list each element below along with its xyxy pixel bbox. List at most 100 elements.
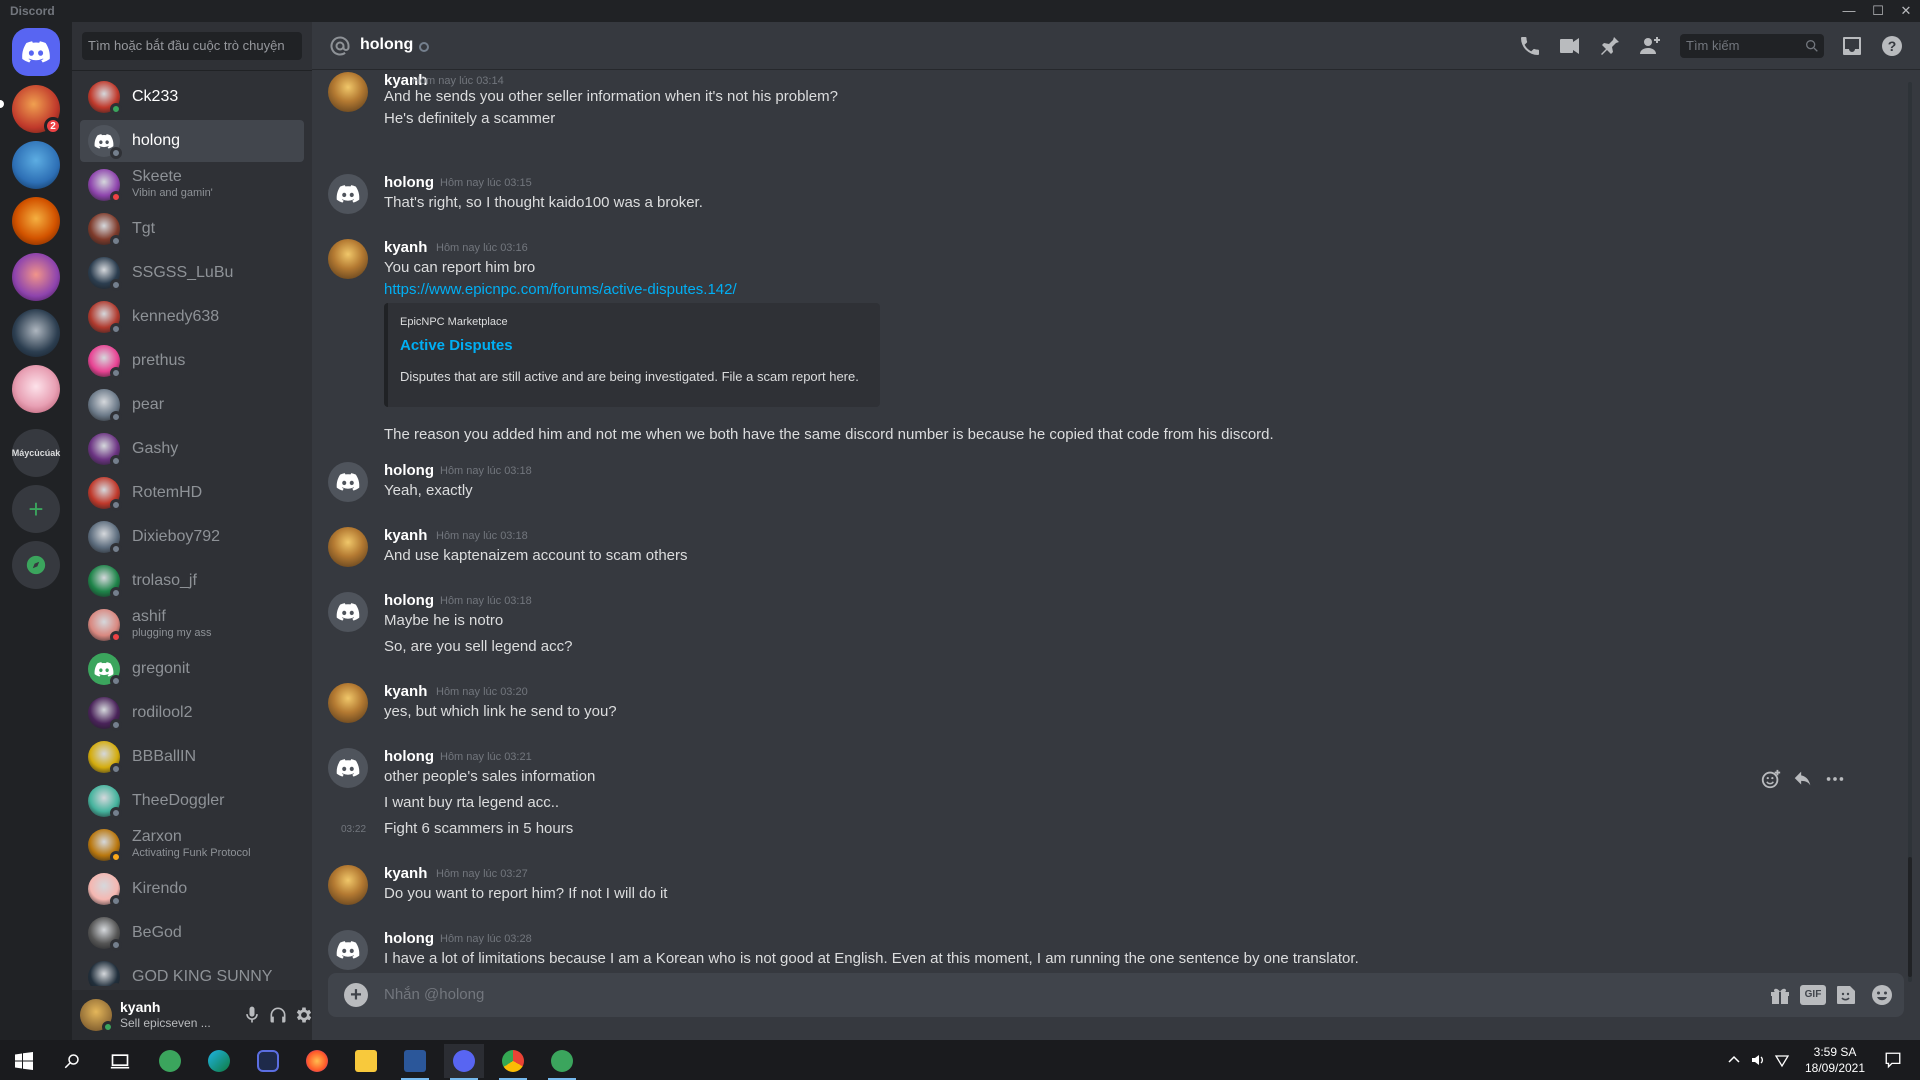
message-avatar[interactable]: [328, 930, 368, 970]
more-options-icon[interactable]: [1824, 768, 1846, 790]
help-icon[interactable]: ?: [1880, 34, 1904, 58]
message-avatar[interactable]: [328, 462, 368, 502]
dm-item[interactable]: Zarxon Activating Funk Protocol: [80, 824, 304, 866]
settings-gear-icon[interactable]: [294, 1005, 314, 1025]
task-view-button[interactable]: [100, 1044, 140, 1078]
show-hidden-icons-chevron-icon[interactable]: [1726, 1052, 1742, 1068]
emoji-icon[interactable]: [1870, 983, 1894, 1007]
explore-servers-button[interactable]: [12, 541, 60, 589]
close-window-button[interactable]: ✕: [1892, 2, 1920, 20]
dm-status-indicator: [110, 191, 122, 203]
dm-item[interactable]: gregonit: [80, 648, 304, 690]
minimize-button[interactable]: —: [1835, 2, 1863, 20]
system-clock[interactable]: 3:59 SA 18/09/2021: [1790, 1044, 1880, 1076]
taskbar-app[interactable]: [199, 1044, 239, 1078]
home-button[interactable]: [12, 28, 60, 76]
message-avatar[interactable]: [328, 239, 368, 279]
taskbar-app[interactable]: [297, 1044, 337, 1078]
message-link[interactable]: https://www.epicnpc.com/forums/active-di…: [384, 281, 737, 298]
reply-icon[interactable]: [1792, 768, 1814, 790]
dm-name: GOD KING SUNNY: [132, 968, 273, 985]
maximize-button[interactable]: ☐: [1864, 2, 1892, 20]
network-icon[interactable]: [1774, 1052, 1790, 1068]
taskbar-app[interactable]: [150, 1044, 190, 1078]
search-input[interactable]: Tìm kiếm: [1680, 34, 1824, 58]
message-author[interactable]: holong: [384, 174, 434, 191]
dm-item[interactable]: Tgt: [80, 208, 304, 250]
dm-item[interactable]: GOD KING SUNNY: [80, 956, 304, 986]
server-icon[interactable]: [12, 253, 60, 301]
dm-item[interactable]: TheeDoggler: [80, 780, 304, 822]
voice-call-icon[interactable]: [1518, 34, 1542, 58]
inbox-icon[interactable]: [1840, 34, 1864, 58]
taskbar-app[interactable]: [346, 1044, 386, 1078]
taskbar-app[interactable]: [395, 1044, 435, 1080]
server-icon[interactable]: [12, 197, 60, 245]
message-avatar[interactable]: [328, 865, 368, 905]
message-avatar[interactable]: [328, 174, 368, 214]
message-timestamp: Hôm nay lúc 03:18: [440, 595, 532, 607]
message-author[interactable]: holong: [384, 592, 434, 609]
add-reaction-icon[interactable]: [1760, 768, 1782, 790]
message-avatar[interactable]: [328, 72, 368, 112]
dm-item[interactable]: Ck233: [80, 76, 304, 118]
message-author[interactable]: holong: [384, 930, 434, 947]
dm-item[interactable]: rodilool2: [80, 692, 304, 734]
dm-item[interactable]: Skeete Vibin and gamin': [80, 164, 304, 206]
taskbar-app[interactable]: [493, 1044, 533, 1080]
dm-item[interactable]: BBBallIN: [80, 736, 304, 778]
dm-item[interactable]: trolaso_jf: [80, 560, 304, 602]
server-icon[interactable]: [12, 141, 60, 189]
message-author[interactable]: holong: [384, 462, 434, 479]
volume-icon[interactable]: [1750, 1052, 1766, 1068]
add-server-button[interactable]: +: [12, 485, 60, 533]
server-text-icon[interactable]: Máycủcúak: [12, 429, 60, 477]
taskbar-app[interactable]: [542, 1044, 582, 1080]
taskbar-search-button[interactable]: [52, 1044, 92, 1078]
pinned-messages-icon[interactable]: [1598, 34, 1622, 58]
find-conversation-input[interactable]: Tìm hoặc bắt đầu cuộc trò chuyện: [82, 32, 302, 60]
gif-button[interactable]: GIF: [1800, 985, 1826, 1005]
server-icon[interactable]: 2: [12, 85, 62, 135]
taskbar-app[interactable]: [248, 1044, 288, 1078]
dm-item[interactable]: ashif plugging my ass: [80, 604, 304, 646]
add-friend-to-dm-icon[interactable]: [1638, 34, 1662, 58]
dm-item[interactable]: pear: [80, 384, 304, 426]
taskbar-app[interactable]: [444, 1044, 484, 1080]
video-call-icon[interactable]: [1558, 34, 1582, 58]
message-author[interactable]: kyanh: [384, 683, 427, 700]
dm-item[interactable]: Dixieboy792: [80, 516, 304, 558]
compass-icon: [26, 555, 46, 575]
dm-item[interactable]: kennedy638: [80, 296, 304, 338]
message-author[interactable]: holong: [384, 748, 434, 765]
message-author[interactable]: kyanh: [384, 865, 427, 882]
message-avatar[interactable]: [328, 748, 368, 788]
message-scrollbar[interactable]: [1908, 82, 1912, 982]
headphones-icon[interactable]: [268, 1005, 288, 1025]
message-avatar[interactable]: [328, 527, 368, 567]
message-input[interactable]: Nhắn @holong: [384, 986, 484, 1003]
gift-icon[interactable]: [1768, 983, 1792, 1007]
upload-plus-button[interactable]: +: [344, 983, 368, 1007]
dm-item[interactable]: prethus: [80, 340, 304, 382]
dm-item[interactable]: Kirendo: [80, 868, 304, 910]
dm-item[interactable]: BeGod: [80, 912, 304, 954]
start-button[interactable]: [4, 1044, 44, 1078]
dm-item[interactable]: Gashy: [80, 428, 304, 470]
message-composer: + Nhắn @holong GIF: [328, 973, 1904, 1017]
dm-item[interactable]: SSGSS_LuBu: [80, 252, 304, 294]
scrollbar-thumb[interactable]: [1908, 857, 1912, 977]
embed-title-link[interactable]: Active Disputes: [400, 337, 513, 354]
message-avatar[interactable]: [328, 683, 368, 723]
message-author[interactable]: kyanh: [384, 527, 427, 544]
message-avatar[interactable]: [328, 592, 368, 632]
server-icon[interactable]: [12, 365, 60, 413]
svg-text:?: ?: [1888, 38, 1897, 54]
dm-item[interactable]: RotemHD: [80, 472, 304, 514]
microphone-icon[interactable]: [242, 1005, 262, 1025]
notification-center-icon[interactable]: [1884, 1051, 1902, 1069]
sticker-icon[interactable]: [1834, 983, 1858, 1007]
dm-item[interactable]: holong: [80, 120, 304, 162]
server-icon[interactable]: [12, 309, 60, 357]
message-author[interactable]: kyanh: [384, 239, 427, 256]
